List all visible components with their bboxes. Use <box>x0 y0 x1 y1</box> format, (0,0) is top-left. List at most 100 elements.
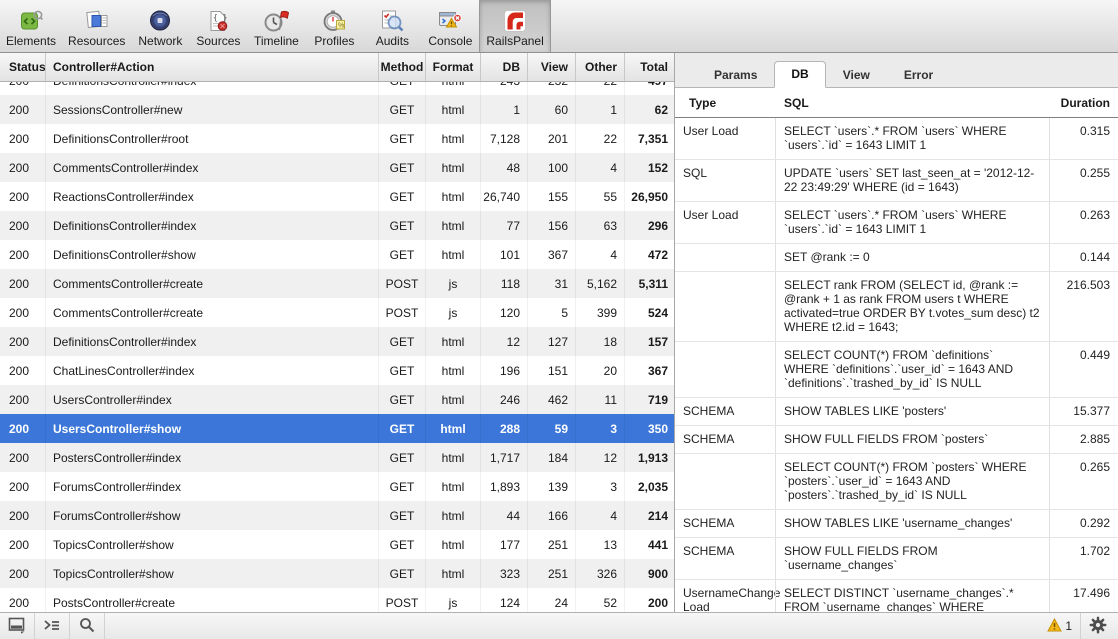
query-row[interactable]: SELECT rank FROM (SELECT id, @rank := @r… <box>675 272 1118 342</box>
query-sql-cell: SET @rank := 0 <box>775 244 1050 271</box>
table-row[interactable]: 200 TopicsController#show GET html 177 2… <box>0 530 674 559</box>
other-cell: 13 <box>575 530 624 559</box>
devtools-window: Elements Resources <box>0 0 1118 639</box>
col-status: Status <box>0 53 45 81</box>
action-cell: PostersController#index <box>45 443 378 472</box>
query-type-cell: SCHEMA <box>675 426 775 453</box>
action-cell: TopicsController#show <box>45 559 378 588</box>
query-row[interactable]: User Load SELECT `users`.* FROM `users` … <box>675 202 1118 244</box>
tab-network[interactable]: Network <box>131 0 189 52</box>
table-row[interactable]: 200 ChatLinesController#index GET html 1… <box>0 356 674 385</box>
tab-params[interactable]: Params <box>697 62 774 88</box>
action-cell: SessionsController#new <box>45 95 378 124</box>
tab-error[interactable]: Error <box>887 62 950 88</box>
status-cell: 200 <box>0 414 45 443</box>
warning-icon <box>1047 618 1062 635</box>
table-row[interactable]: 200 UsersController#show GET html 288 59… <box>0 414 674 443</box>
db-cell: 12 <box>480 327 527 356</box>
tab-timeline[interactable]: Timeline <box>247 0 305 52</box>
tab-elements[interactable]: Elements <box>0 0 62 52</box>
query-row[interactable]: SCHEMA SHOW TABLES LIKE 'username_change… <box>675 510 1118 538</box>
view-cell: 251 <box>527 559 575 588</box>
table-row[interactable]: 200 SessionsController#new GET html 1 60… <box>0 95 674 124</box>
query-type-cell: UsernameChange Load <box>675 580 775 612</box>
query-type-cell <box>675 454 775 509</box>
table-row[interactable]: 200 DefinitionsController#show GET html … <box>0 240 674 269</box>
tab-profiles[interactable]: % Profiles <box>305 0 363 52</box>
query-duration-cell: 15.377 <box>1050 398 1118 425</box>
status-cell: 200 <box>0 153 45 182</box>
total-cell: 441 <box>624 530 674 559</box>
query-row[interactable]: SET @rank := 0 0.144 <box>675 244 1118 272</box>
view-cell: 60 <box>527 95 575 124</box>
table-row[interactable]: 200 DefinitionsController#index GET html… <box>0 211 674 240</box>
warnings-button[interactable]: 1 <box>1039 613 1081 639</box>
method-cell: GET <box>378 182 425 211</box>
settings-button[interactable] <box>1081 613 1113 639</box>
table-row[interactable]: 200 CommentsController#create POST js 12… <box>0 298 674 327</box>
table-row[interactable]: 200 ForumsController#index GET html 1,89… <box>0 472 674 501</box>
tab-db[interactable]: DB <box>774 61 825 88</box>
table-row[interactable]: 200 ForumsController#show GET html 44 16… <box>0 501 674 530</box>
tab-label: Elements <box>6 35 56 48</box>
method-cell: GET <box>378 124 425 153</box>
other-cell: 399 <box>575 298 624 327</box>
query-row[interactable]: SCHEMA SHOW FULL FIELDS FROM `username_c… <box>675 538 1118 580</box>
format-cell: html <box>425 501 480 530</box>
query-row[interactable]: SELECT COUNT(*) FROM `posters` WHERE `po… <box>675 454 1118 510</box>
tab-sources[interactable]: { } Sources <box>189 0 247 52</box>
query-row[interactable]: SQL UPDATE `users` SET last_seen_at = '2… <box>675 160 1118 202</box>
other-cell: 3 <box>575 414 624 443</box>
format-cell: js <box>425 588 480 612</box>
table-row[interactable]: 200 PostersController#index GET html 1,7… <box>0 443 674 472</box>
action-cell: ForumsController#index <box>45 472 378 501</box>
db-query-rows: User Load SELECT `users`.* FROM `users` … <box>675 118 1118 612</box>
method-cell: POST <box>378 269 425 298</box>
view-cell: 100 <box>527 153 575 182</box>
status-cell: 200 <box>0 182 45 211</box>
table-row[interactable]: 200 CommentsController#index GET html 48… <box>0 153 674 182</box>
table-row[interactable]: 200 PostsController#create POST js 124 2… <box>0 588 674 612</box>
other-cell: 55 <box>575 182 624 211</box>
query-sql-cell: SHOW FULL FIELDS FROM `posters` <box>775 426 1050 453</box>
query-row[interactable]: UsernameChange Load SELECT DISTINCT `use… <box>675 580 1118 612</box>
view-cell: 59 <box>527 414 575 443</box>
table-row[interactable]: 200 CommentsController#create POST js 11… <box>0 269 674 298</box>
warning-count: 1 <box>1065 619 1072 633</box>
method-cell: GET <box>378 443 425 472</box>
other-cell: 5,162 <box>575 269 624 298</box>
query-row[interactable]: User Load SELECT `users`.* FROM `users` … <box>675 118 1118 160</box>
tab-console[interactable]: Console <box>421 0 479 52</box>
table-row[interactable]: 200 ReactionsController#index GET html 2… <box>0 182 674 211</box>
query-row[interactable]: SELECT COUNT(*) FROM `definitions` WHERE… <box>675 342 1118 398</box>
sources-icon: { } <box>205 8 231 34</box>
query-sql-cell: SELECT `users`.* FROM `users` WHERE `use… <box>775 202 1050 243</box>
col-db: DB <box>480 53 527 81</box>
table-row[interactable]: 200 UsersController#index GET html 246 4… <box>0 385 674 414</box>
col-total: Total <box>624 53 675 81</box>
query-type-cell: SCHEMA <box>675 510 775 537</box>
table-row[interactable]: 200 TopicsController#show GET html 323 2… <box>0 559 674 588</box>
table-row[interactable]: 200 DefinitionsController#root GET html … <box>0 124 674 153</box>
tab-audits[interactable]: Audits <box>363 0 421 52</box>
action-cell: DefinitionsController#show <box>45 240 378 269</box>
query-row[interactable]: SCHEMA SHOW TABLES LIKE 'posters' 15.377 <box>675 398 1118 426</box>
timeline-icon <box>263 8 289 34</box>
console-drawer-button[interactable] <box>35 613 70 639</box>
tab-railspanel[interactable]: RailsPanel <box>479 0 550 52</box>
view-cell: 232 <box>527 82 575 95</box>
tab-view[interactable]: View <box>826 62 887 88</box>
query-row[interactable]: SCHEMA SHOW FULL FIELDS FROM `posters` 2… <box>675 426 1118 454</box>
tab-resources[interactable]: Resources <box>62 0 131 52</box>
partially-scrolled-row[interactable]: 200 DefinitionsController#index GET html… <box>0 82 674 95</box>
dock-side-button[interactable] <box>0 613 35 639</box>
table-row[interactable]: 200 DefinitionsController#index GET html… <box>0 327 674 356</box>
search-button[interactable] <box>70 613 105 639</box>
view-cell: 201 <box>527 124 575 153</box>
query-duration-cell: 0.315 <box>1050 118 1118 159</box>
format-cell: html <box>425 414 480 443</box>
status-cell: 200 <box>0 82 45 95</box>
query-duration-cell: 0.449 <box>1050 342 1118 397</box>
query-sql-cell: SHOW TABLES LIKE 'username_changes' <box>775 510 1050 537</box>
db-cell: 44 <box>480 501 527 530</box>
